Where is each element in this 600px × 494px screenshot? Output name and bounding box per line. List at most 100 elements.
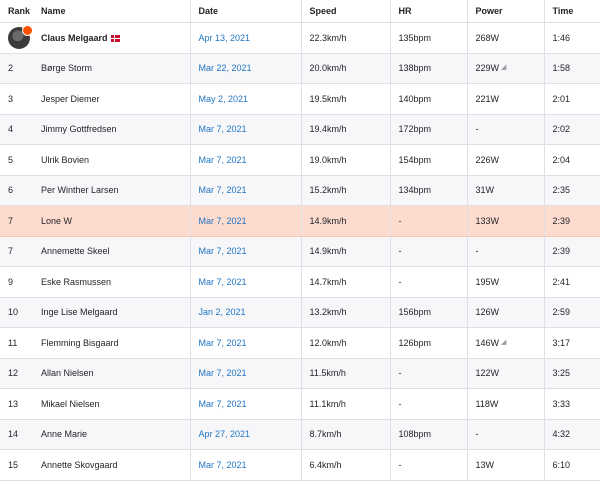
rank-value: 4 xyxy=(8,124,14,135)
hr-cell: 126bpm xyxy=(389,327,467,359)
estimated-power-icon: ◢ xyxy=(501,64,507,72)
speed-cell: 20.0km/h xyxy=(300,53,390,84)
hr-cell: 172bpm xyxy=(389,114,467,145)
athlete-name-link[interactable]: Ulrik Bovien xyxy=(41,155,89,165)
athlete-name-link[interactable]: Eske Rasmussen xyxy=(41,277,111,287)
leaderboard-table: Rank Name Date Speed HR Power Time Claus… xyxy=(0,0,600,481)
effort-date-link[interactable]: Mar 7, 2021 xyxy=(199,155,247,165)
table-row: 2 Børge Storm Mar 22, 2021 20.0km/h 138bpm 22… xyxy=(0,53,600,84)
hr-cell: - xyxy=(389,388,467,420)
time-value: 2:35 xyxy=(552,185,571,196)
athlete-name-link[interactable]: Anne Marie xyxy=(41,429,87,439)
time-value: 1:46 xyxy=(552,32,571,43)
rank-cell: 9 xyxy=(0,266,33,298)
time-cell: 1:46 xyxy=(543,22,600,54)
athlete-name-link[interactable]: Inge Lise Melgaard xyxy=(41,307,118,317)
date-cell: Mar 7, 2021 xyxy=(189,114,301,145)
rank-cell: 5 xyxy=(0,144,33,176)
effort-date-link[interactable]: Jan 2, 2021 xyxy=(199,307,246,317)
rank-value: 11 xyxy=(8,337,18,348)
rank-cell: 2 xyxy=(0,53,33,84)
effort-date-link[interactable]: Mar 7, 2021 xyxy=(199,246,247,256)
effort-date-link[interactable]: Apr 27, 2021 xyxy=(199,429,251,439)
athlete-name-link[interactable]: Claus Melgaard xyxy=(41,33,108,43)
effort-date-link[interactable]: Mar 7, 2021 xyxy=(199,216,247,226)
rank-cell: 7 xyxy=(0,236,33,267)
table-row-current-athlete: 7 Lone W Mar 7, 2021 14.9km/h - 133W 2:39 xyxy=(0,205,600,237)
power-cell: 195W xyxy=(466,266,544,298)
rank-value: 10 xyxy=(8,307,19,318)
table-row: Claus Melgaard Apr 13, 2021 22.3km/h 135bpm… xyxy=(0,22,600,54)
hr-value: 135bpm xyxy=(398,32,432,43)
name-cell: Jesper Diemer xyxy=(33,83,190,115)
effort-date-link[interactable]: Mar 7, 2021 xyxy=(199,460,247,470)
speed-cell: 22.3km/h xyxy=(300,22,390,54)
rank-cell: 14 xyxy=(0,419,33,450)
effort-date-link[interactable]: Mar 7, 2021 xyxy=(199,124,247,134)
effort-date-link[interactable]: Mar 7, 2021 xyxy=(199,399,247,409)
rank-value: 7 xyxy=(8,215,14,226)
effort-date-link[interactable]: May 2, 2021 xyxy=(199,94,249,104)
table-row: 6 Per Winther Larsen Mar 7, 2021 15.2km/h 13… xyxy=(0,175,600,206)
athlete-name-link[interactable]: Annemette Skeel xyxy=(41,246,110,256)
athlete-name-link[interactable]: Annette Skovgaard xyxy=(41,460,118,470)
athlete-name-link[interactable]: Lone W xyxy=(41,216,72,226)
time-value: 3:17 xyxy=(552,337,571,348)
power-cell: 146W ◢ xyxy=(466,327,544,359)
athlete-name-link[interactable]: Per Winther Larsen xyxy=(41,185,119,195)
time-value: 2:59 xyxy=(552,307,571,318)
power-value: - xyxy=(475,246,479,257)
hr-value: - xyxy=(398,276,402,287)
date-cell: Jan 2, 2021 xyxy=(189,297,301,328)
rank-cell: 11 xyxy=(0,327,33,359)
hr-value: 138bpm xyxy=(398,63,432,74)
effort-date-link[interactable]: Mar 7, 2021 xyxy=(199,185,247,195)
rank-value: 12 xyxy=(8,368,19,379)
power-value: 13W xyxy=(475,459,495,470)
hr-cell: 140bpm xyxy=(389,83,467,115)
power-cell: 229W ◢ xyxy=(466,53,544,84)
hr-value: - xyxy=(398,459,402,470)
hr-value: 126bpm xyxy=(398,337,432,348)
name-cell: Annette Skovgaard xyxy=(33,449,190,481)
hr-cell: 108bpm xyxy=(389,419,467,450)
date-cell: May 2, 2021 xyxy=(189,83,301,115)
time-cell: 2:02 xyxy=(543,114,600,145)
rank-cell: 12 xyxy=(0,358,33,389)
hr-value: - xyxy=(398,368,402,379)
effort-date-link[interactable]: Mar 22, 2021 xyxy=(199,63,252,73)
speed-value: 19.4km/h xyxy=(309,124,347,135)
speed-cell: 12.0km/h xyxy=(300,327,390,359)
date-cell: Apr 13, 2021 xyxy=(189,22,301,54)
athlete-name-link[interactable]: Flemming Bisgaard xyxy=(41,338,119,348)
athlete-avatar[interactable] xyxy=(8,24,33,49)
athlete-name-link[interactable]: Børge Storm xyxy=(41,63,92,73)
effort-date-link[interactable]: Mar 7, 2021 xyxy=(199,338,247,348)
rank-cell: 10 xyxy=(0,297,33,328)
hr-value: 108bpm xyxy=(398,429,432,440)
speed-cell: 11.1km/h xyxy=(300,388,390,420)
hr-value: 172bpm xyxy=(398,124,432,135)
effort-date-link[interactable]: Mar 7, 2021 xyxy=(199,277,247,287)
effort-date-link[interactable]: Mar 7, 2021 xyxy=(199,368,247,378)
time-value: 3:25 xyxy=(552,368,571,379)
name-cell: Eske Rasmussen xyxy=(33,266,190,298)
effort-date-link[interactable]: Apr 13, 2021 xyxy=(199,33,251,43)
time-cell: 2:41 xyxy=(543,266,600,298)
time-cell: 2:39 xyxy=(543,205,600,237)
time-value: 2:04 xyxy=(552,154,571,165)
rank-value: 2 xyxy=(8,63,14,74)
speed-cell: 15.2km/h xyxy=(300,175,390,206)
athlete-name-link[interactable]: Jimmy Gottfredsen xyxy=(41,124,117,134)
speed-cell: 11.5km/h xyxy=(300,358,390,389)
athlete-name-link[interactable]: Jesper Diemer xyxy=(41,94,100,104)
speed-value: 14.9km/h xyxy=(309,246,347,257)
time-value: 2:41 xyxy=(552,276,571,287)
name-column-header: Name xyxy=(33,0,190,23)
athlete-name-link[interactable]: Mikael Nielsen xyxy=(41,399,100,409)
athlete-name-link[interactable]: Allan Nielsen xyxy=(41,368,94,378)
power-value: 31W xyxy=(475,185,495,196)
name-cell: Jimmy Gottfredsen xyxy=(33,114,190,145)
time-value: 2:01 xyxy=(552,93,571,104)
time-cell: 3:17 xyxy=(543,327,600,359)
